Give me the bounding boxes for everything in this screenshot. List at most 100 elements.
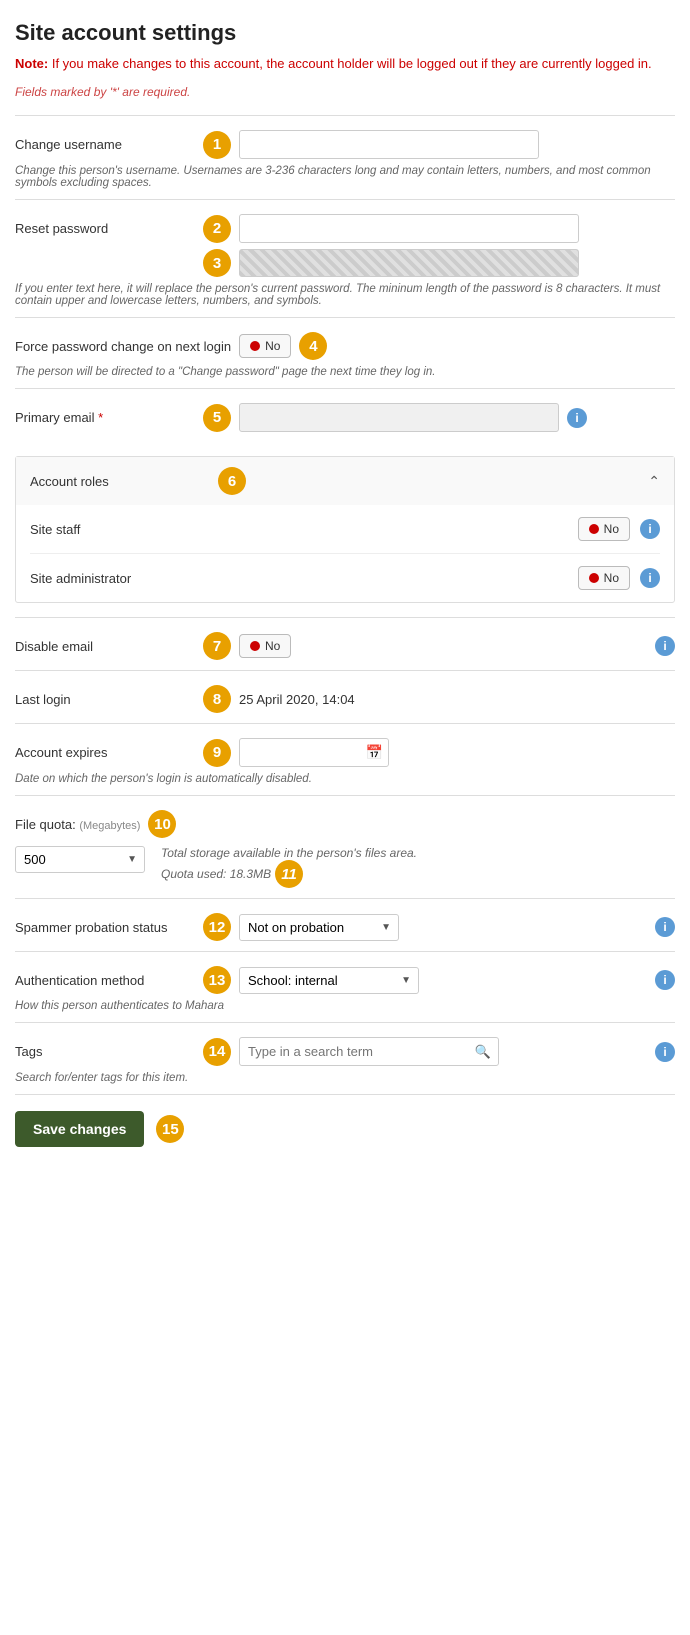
primary-email-label: Primary email * xyxy=(15,410,195,425)
change-username-label: Change username xyxy=(15,137,195,152)
account-roles-header-left: Account roles 6 xyxy=(30,467,246,495)
site-admin-toggle-label: No xyxy=(604,571,619,585)
quota-left: 500 1000 2000 xyxy=(15,846,145,873)
badge-4: 4 xyxy=(299,332,327,360)
quota-select-wrapper: 500 1000 2000 xyxy=(15,846,145,873)
auth-info-icon[interactable]: i xyxy=(655,970,675,990)
account-expires-help: Date on which the person's login is auto… xyxy=(15,773,675,785)
badge-1: 1 xyxy=(203,131,231,159)
reset-password-row: Reset password 2 3 If you enter text her… xyxy=(15,199,675,317)
chevron-up-icon: ⌃ xyxy=(648,473,660,490)
badge-14: 14 xyxy=(203,1038,231,1066)
password-input[interactable] xyxy=(239,214,579,243)
site-admin-label: Site administrator xyxy=(30,571,578,586)
spammer-probation-label: Spammer probation status xyxy=(15,920,195,935)
badge-5: 5 xyxy=(203,404,231,432)
file-quota-suffix: (Megabytes) xyxy=(79,820,140,832)
account-roles-label: Account roles xyxy=(30,474,210,489)
password-help: If you enter text here, it will replace … xyxy=(15,283,675,307)
badge-12: 12 xyxy=(203,913,231,941)
page-title: Site account settings xyxy=(15,20,675,46)
disable-email-row: Disable email 7 No i xyxy=(15,617,675,670)
last-login-row: Last login 8 25 April 2020, 14:04 xyxy=(15,670,675,723)
site-staff-controls: No i xyxy=(578,517,660,541)
change-username-row: Change username 1 Change this person's u… xyxy=(15,115,675,199)
required-note: Fields marked by '*' are required. xyxy=(15,85,675,99)
toggle-dot xyxy=(589,524,599,534)
reset-password-label: Reset password xyxy=(15,221,195,236)
account-roles-header[interactable]: Account roles 6 ⌃ xyxy=(16,457,674,505)
badge-2: 2 xyxy=(203,215,231,243)
last-login-value: 25 April 2020, 14:04 xyxy=(239,692,355,707)
note-label: Note: xyxy=(15,56,48,71)
quota-right: Total storage available in the person's … xyxy=(161,846,417,888)
force-password-row: Force password change on next login No 4… xyxy=(15,317,675,388)
site-staff-row: Site staff No i xyxy=(30,505,660,553)
email-input[interactable] xyxy=(239,403,559,432)
required-star: * xyxy=(98,410,103,425)
file-quota-label: File quota: (Megabytes) xyxy=(15,817,140,832)
site-staff-toggle[interactable]: No xyxy=(578,517,630,541)
toggle-dot xyxy=(250,641,260,651)
quota-help-text: Total storage available in the person's … xyxy=(161,846,417,860)
quota-used: Quota used: 18.3MB 11 xyxy=(161,860,417,888)
file-quota-label-row: File quota: (Megabytes) 10 xyxy=(15,810,675,838)
save-row: Save changes 15 xyxy=(15,1094,675,1155)
site-admin-row: Site administrator No i xyxy=(30,553,660,602)
tags-search-input[interactable] xyxy=(239,1037,499,1066)
save-label: Save changes xyxy=(33,1121,126,1137)
quota-row: 500 1000 2000 Total storage available in… xyxy=(15,846,675,888)
force-password-toggle-label: No xyxy=(265,339,280,353)
force-password-toggle[interactable]: No xyxy=(239,334,291,358)
auth-help: How this person authenticates to Mahara xyxy=(15,1000,675,1012)
calendar-icon[interactable]: 📅 xyxy=(366,744,383,761)
site-staff-label: Site staff xyxy=(30,522,578,537)
username-input[interactable] xyxy=(239,130,539,159)
disable-email-toggle[interactable]: No xyxy=(239,634,291,658)
tags-label: Tags xyxy=(15,1044,195,1059)
site-admin-info-icon[interactable]: i xyxy=(640,568,660,588)
auth-method-row: Authentication method 13 School: interna… xyxy=(15,951,675,1022)
site-staff-info-icon[interactable]: i xyxy=(640,519,660,539)
badge-11: 11 xyxy=(275,860,303,888)
account-roles-section: Account roles 6 ⌃ Site staff No i Site a… xyxy=(15,456,675,603)
account-expires-row: Account expires 9 📅 Date on which the pe… xyxy=(15,723,675,795)
note-text: If you make changes to this account, the… xyxy=(52,56,652,71)
disable-email-info-icon[interactable]: i xyxy=(655,636,675,656)
probation-select-wrapper: Not on probation On probation xyxy=(239,914,399,941)
toggle-dot xyxy=(250,341,260,351)
badge-15: 15 xyxy=(156,1115,184,1143)
search-icon: 🔍 xyxy=(475,1044,491,1060)
badge-8: 8 xyxy=(203,685,231,713)
account-roles-body: Site staff No i Site administrator No i xyxy=(16,505,674,602)
quota-select[interactable]: 500 1000 2000 xyxy=(15,846,145,873)
auth-select-wrapper: School: internal LDAP SAML xyxy=(239,967,419,994)
disable-email-toggle-label: No xyxy=(265,639,280,653)
site-staff-toggle-label: No xyxy=(604,522,619,536)
site-admin-toggle[interactable]: No xyxy=(578,566,630,590)
username-help: Change this person's username. Usernames… xyxy=(15,165,675,189)
badge-6: 6 xyxy=(218,467,246,495)
last-login-label: Last login xyxy=(15,692,195,707)
password-confirm-input[interactable] xyxy=(239,249,579,277)
quota-used-label: Quota used: 18.3MB xyxy=(161,867,271,881)
file-quota-row: File quota: (Megabytes) 10 500 1000 2000… xyxy=(15,795,675,898)
force-password-help: The person will be directed to a "Change… xyxy=(15,366,675,378)
badge-7: 7 xyxy=(203,632,231,660)
note-box: Note: If you make changes to this accoun… xyxy=(15,56,675,71)
auth-select[interactable]: School: internal LDAP SAML xyxy=(239,967,419,994)
spammer-probation-row: Spammer probation status 12 Not on proba… xyxy=(15,898,675,951)
site-admin-controls: No i xyxy=(578,566,660,590)
force-password-label: Force password change on next login xyxy=(15,339,231,354)
tags-search-wrapper: 🔍 xyxy=(239,1037,499,1066)
email-info-icon[interactable]: i xyxy=(567,408,587,428)
tags-info-icon[interactable]: i xyxy=(655,1042,675,1062)
primary-email-row: Primary email * 5 i xyxy=(15,388,675,442)
probation-select[interactable]: Not on probation On probation xyxy=(239,914,399,941)
badge-3: 3 xyxy=(203,249,231,277)
probation-info-icon[interactable]: i xyxy=(655,917,675,937)
date-input-wrapper: 📅 xyxy=(239,738,389,767)
auth-method-label: Authentication method xyxy=(15,973,195,988)
save-button[interactable]: Save changes xyxy=(15,1111,144,1147)
account-expires-label: Account expires xyxy=(15,745,195,760)
